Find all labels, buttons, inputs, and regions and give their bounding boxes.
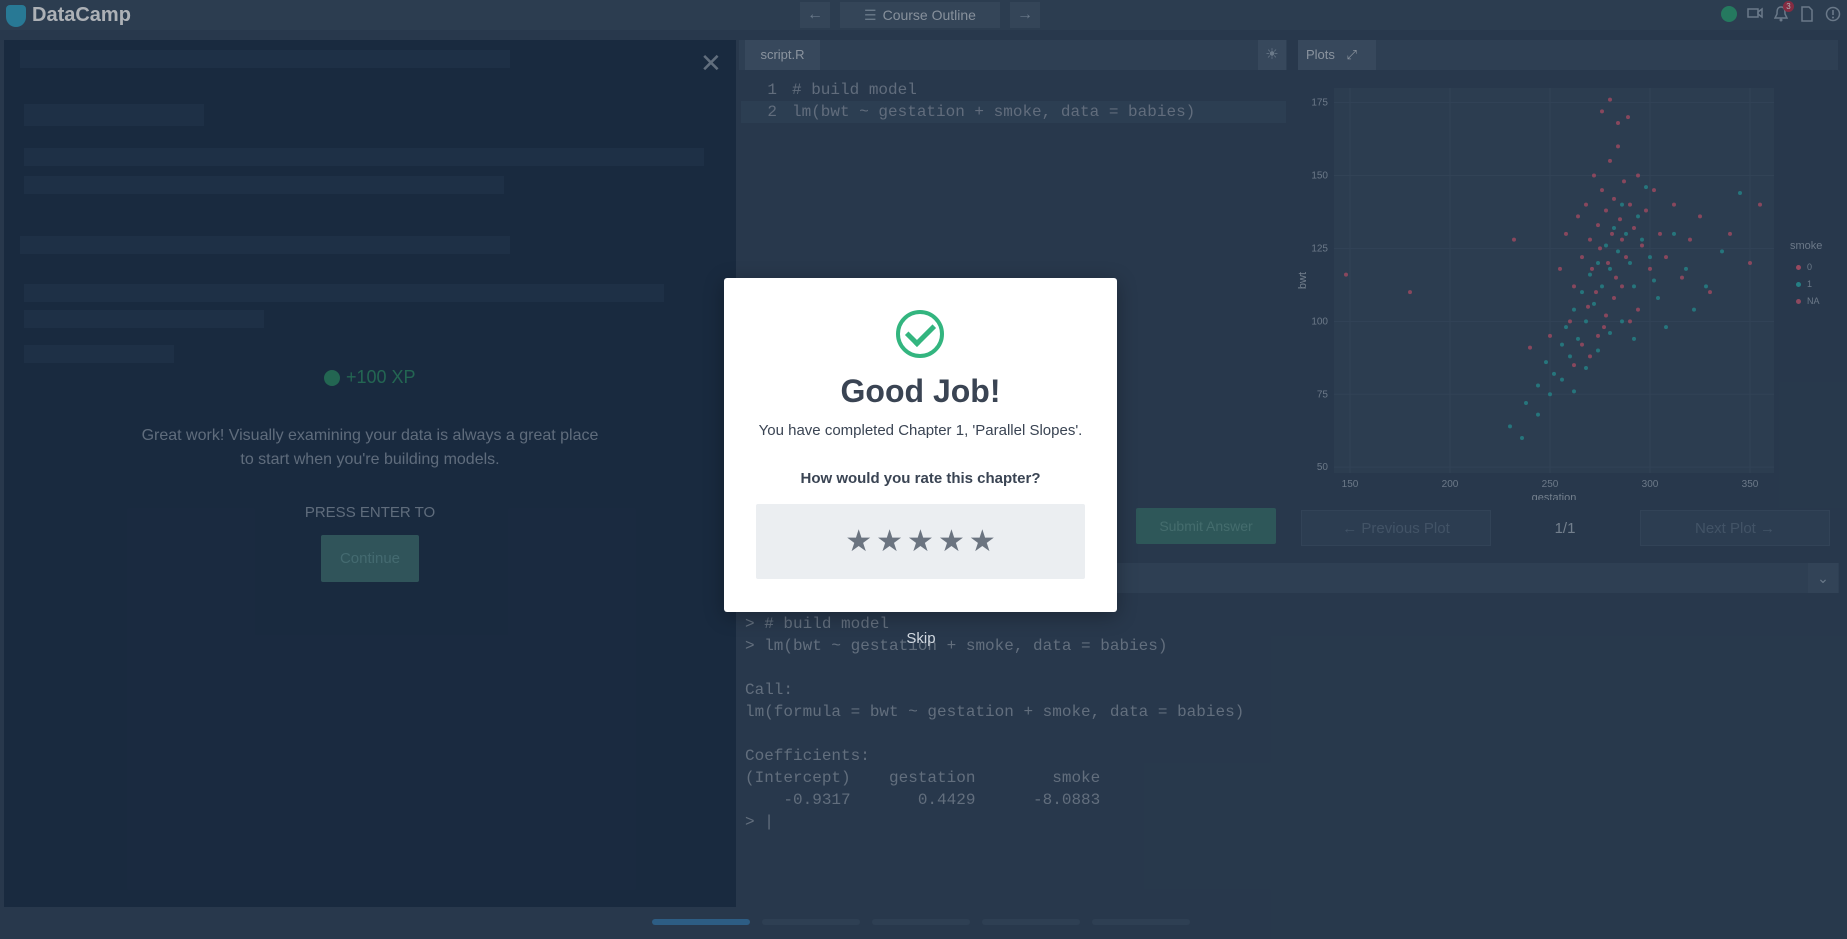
star-icon[interactable]: ★ [845,526,872,557]
skip-button[interactable]: Skip [895,630,947,647]
modal-title: Good Job! [840,373,1001,409]
star-icon[interactable]: ★ [969,526,996,557]
rating-question: How would you rate this chapter? [800,470,1041,487]
chapter-complete-modal: Good Job! You have completed Chapter 1, … [724,278,1117,612]
star-rating: ★ ★ ★ ★ ★ [756,504,1085,579]
star-icon[interactable]: ★ [938,526,965,557]
modal-subtitle: You have completed Chapter 1, 'Parallel … [758,422,1083,439]
success-check-icon [896,310,944,358]
star-icon[interactable]: ★ [876,526,903,557]
star-icon[interactable]: ★ [907,526,934,557]
